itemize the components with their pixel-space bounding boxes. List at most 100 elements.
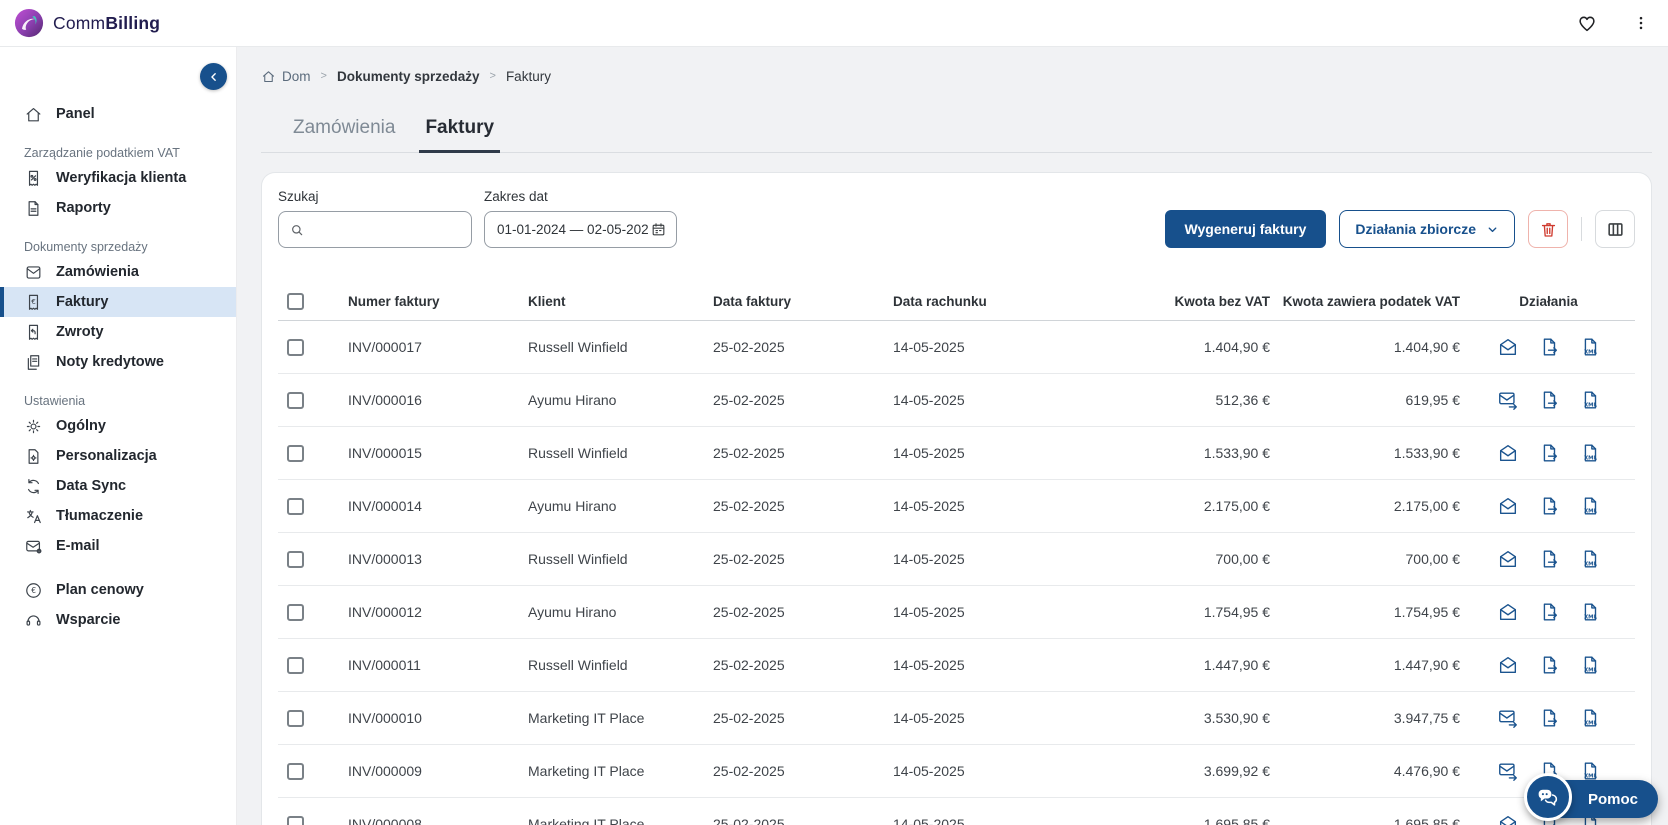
table-row[interactable]: INV/000017Russell Winfield25-02-202514-0… xyxy=(278,321,1635,374)
row-checkbox[interactable] xyxy=(287,445,304,462)
row-checkbox[interactable] xyxy=(287,763,304,780)
bill-date: 14-05-2025 xyxy=(887,445,1117,461)
breadcrumb-home[interactable]: Dom xyxy=(261,69,311,84)
row-checkbox[interactable] xyxy=(287,657,304,674)
export-document-icon[interactable] xyxy=(1538,548,1560,570)
mail-open-icon[interactable] xyxy=(1497,813,1519,825)
export-document-icon[interactable] xyxy=(1538,707,1560,729)
download-xml-icon[interactable]: XML xyxy=(1579,442,1601,464)
home-icon xyxy=(24,105,43,124)
mail-open-icon[interactable] xyxy=(1497,495,1519,517)
toolbar-divider xyxy=(1581,217,1582,241)
column-chooser-button[interactable] xyxy=(1595,210,1635,248)
mail-open-icon[interactable] xyxy=(1497,654,1519,676)
table-row[interactable]: INV/000015Russell Winfield25-02-202514-0… xyxy=(278,427,1635,480)
sidebar-section-label: Ustawienia xyxy=(0,391,236,411)
gross-amount: 2.175,00 € xyxy=(1272,498,1462,514)
column-header-klient[interactable]: Klient xyxy=(522,294,707,309)
generate-invoices-button[interactable]: Wygeneruj faktury xyxy=(1165,210,1327,248)
table-row[interactable]: INV/000013Russell Winfield25-02-202514-0… xyxy=(278,533,1635,586)
table-row[interactable]: INV/000010Marketing IT Place25-02-202514… xyxy=(278,692,1635,745)
sidebar-item-faktury[interactable]: €Faktury xyxy=(0,287,236,317)
table-row[interactable]: INV/000011Russell Winfield25-02-202514-0… xyxy=(278,639,1635,692)
sidebar-item-zwroty[interactable]: Zwroty xyxy=(0,317,236,347)
table-row[interactable]: INV/000016Ayumu Hirano25-02-202514-05-20… xyxy=(278,374,1635,427)
column-header-kwota-bez-vat[interactable]: Kwota bez VAT xyxy=(1117,294,1272,309)
sidebar-item-plan-cenowy[interactable]: €Plan cenowy xyxy=(0,575,236,605)
column-header-kwota-zawiera-podatek-vat[interactable]: Kwota zawiera podatek VAT xyxy=(1272,294,1462,309)
mail-send-icon[interactable] xyxy=(1497,760,1519,782)
gross-amount: 1.695,85 € xyxy=(1272,816,1462,825)
export-document-icon[interactable] xyxy=(1538,601,1560,623)
download-xml-icon[interactable]: XML xyxy=(1579,336,1601,358)
row-checkbox[interactable] xyxy=(287,392,304,409)
table-row[interactable]: INV/000009Marketing IT Place25-02-202514… xyxy=(278,745,1635,798)
export-document-icon[interactable] xyxy=(1538,442,1560,464)
download-xml-icon[interactable]: XML xyxy=(1579,654,1601,676)
sidebar-item-panel[interactable]: Panel xyxy=(0,99,236,129)
invoice-number: INV/000010 xyxy=(342,710,522,726)
sidebar-item-weryfikacja-klienta[interactable]: Weryfikacja klienta xyxy=(0,163,236,193)
heart-icon[interactable] xyxy=(1576,12,1598,34)
export-document-icon[interactable] xyxy=(1538,389,1560,411)
sidebar-item-raporty[interactable]: Raporty xyxy=(0,193,236,223)
mail-open-icon[interactable] xyxy=(1497,548,1519,570)
brand-name: CommBilling xyxy=(53,13,160,34)
row-checkbox[interactable] xyxy=(287,710,304,727)
gear-icon xyxy=(24,417,43,436)
download-xml-icon[interactable]: XML xyxy=(1579,389,1601,411)
bulk-actions-button[interactable]: Działania zbiorcze xyxy=(1339,210,1515,248)
kebab-menu-icon[interactable] xyxy=(1632,14,1650,32)
sidebar-item-personalizacja[interactable]: Personalizacja xyxy=(0,441,236,471)
row-checkbox[interactable] xyxy=(287,604,304,621)
column-header-numer-faktury[interactable]: Numer faktury xyxy=(342,294,522,309)
sidebar-item-wsparcie[interactable]: Wsparcie xyxy=(0,605,236,635)
download-xml-icon[interactable]: XML xyxy=(1579,760,1601,782)
column-header-data-rachunku[interactable]: Data rachunku xyxy=(887,294,1117,309)
row-checkbox[interactable] xyxy=(287,551,304,568)
table-row[interactable]: INV/000014Ayumu Hirano25-02-202514-05-20… xyxy=(278,480,1635,533)
breadcrumb-item-dokumenty-sprzedazy[interactable]: Dokumenty sprzedaży xyxy=(337,69,480,84)
tab-zamowienia[interactable]: Zamówienia xyxy=(287,113,401,152)
invoice-date: 25-02-2025 xyxy=(707,710,887,726)
help-button[interactable]: Pomoc xyxy=(1532,780,1658,818)
sidebar-item-ogolny[interactable]: Ogólny xyxy=(0,411,236,441)
mail-send-icon[interactable] xyxy=(1497,389,1519,411)
delete-button[interactable] xyxy=(1528,210,1568,248)
sidebar-item-e-mail[interactable]: E-mail xyxy=(0,531,236,561)
table-row[interactable]: INV/000008Marketing IT Place25-02-202514… xyxy=(278,798,1635,825)
mail-open-icon[interactable] xyxy=(1497,336,1519,358)
download-xml-icon[interactable]: XML xyxy=(1579,495,1601,517)
sidebar-item-data-sync[interactable]: Data Sync xyxy=(0,471,236,501)
download-xml-icon[interactable]: XML xyxy=(1579,548,1601,570)
row-checkbox[interactable] xyxy=(287,816,304,825)
select-all-checkbox[interactable] xyxy=(287,293,304,310)
export-document-icon[interactable] xyxy=(1538,654,1560,676)
column-header-dzialania[interactable]: Działania xyxy=(1462,294,1635,309)
download-xml-icon[interactable]: XML xyxy=(1579,601,1601,623)
sidebar-item-tlumaczenie[interactable]: Tłumaczenie xyxy=(0,501,236,531)
tab-faktury[interactable]: Faktury xyxy=(419,113,500,152)
net-amount: 3.530,90 € xyxy=(1117,710,1272,726)
net-amount: 2.175,00 € xyxy=(1117,498,1272,514)
mail-send-icon[interactable] xyxy=(1497,707,1519,729)
export-document-icon[interactable] xyxy=(1538,336,1560,358)
table-row[interactable]: INV/000012Ayumu Hirano25-02-202514-05-20… xyxy=(278,586,1635,639)
mail-open-icon[interactable] xyxy=(1497,601,1519,623)
gross-amount: 3.947,75 € xyxy=(1272,710,1462,726)
sidebar-item-zamowienia[interactable]: Zamówienia xyxy=(0,257,236,287)
sidebar-item-label: Zwroty xyxy=(56,324,104,340)
sidebar-item-noty-kredytowe[interactable]: Noty kredytowe xyxy=(0,347,236,377)
export-document-icon[interactable] xyxy=(1538,495,1560,517)
mail-open-icon[interactable] xyxy=(1497,442,1519,464)
row-checkbox[interactable] xyxy=(287,339,304,356)
column-header-data-faktury[interactable]: Data faktury xyxy=(707,294,887,309)
download-xml-icon[interactable]: XML xyxy=(1579,707,1601,729)
sidebar-collapse-button[interactable] xyxy=(200,63,227,90)
search-input[interactable] xyxy=(313,221,463,238)
chevron-down-icon xyxy=(1486,223,1499,236)
date-range-input[interactable]: 01-01-2024 — 02-05-202 xyxy=(484,211,677,248)
client-name: Russell Winfield xyxy=(522,445,707,461)
table-header: Numer fakturyKlientData fakturyData rach… xyxy=(278,282,1635,321)
row-checkbox[interactable] xyxy=(287,498,304,515)
